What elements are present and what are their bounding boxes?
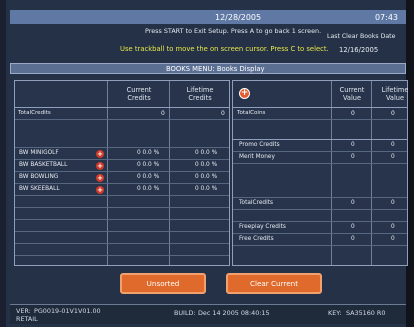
column-divider (107, 81, 108, 265)
game-name-bowling: BW BOWLING (19, 174, 59, 180)
promo-credits-label: Promo Credits (239, 142, 280, 148)
total-credits-label: TotalCredits (18, 110, 51, 116)
current-time: 07:43 (374, 12, 398, 22)
row-divider (15, 219, 229, 220)
current-date: 12/28/2005 (215, 12, 262, 22)
freeplay-credits-lifetime: 0 (391, 224, 395, 230)
freeplay-credits-current: 0 (351, 224, 355, 230)
version-value: PG0019-01V1V01.00 (34, 307, 101, 315)
unsorted-button[interactable]: Unsorted (120, 273, 206, 294)
add-icon[interactable]: + (239, 88, 250, 99)
row-divider (15, 119, 229, 120)
row-divider (233, 151, 407, 152)
bottom-status-bar: VER: PG0019-01V1V01.00 RETAIL BUILD: Dec… (10, 304, 406, 324)
coins-value-panel: + Current Value Lifetime Value TotalCoin… (232, 80, 408, 266)
row-divider (15, 243, 229, 244)
instruction-line-exit: Press START to Exit Setup. Press A to go… (145, 27, 322, 35)
game-current-value: 0 0.0 % (137, 150, 160, 156)
row-divider (233, 233, 407, 234)
total-coins-current: 0 (351, 110, 355, 117)
add-icon[interactable]: + (96, 174, 104, 182)
total-credits-label: TotalCredits (239, 200, 273, 206)
row-divider (233, 221, 407, 222)
col-current-value-header: Current Value (339, 86, 365, 102)
total-credits-lifetime: 0 (221, 110, 225, 117)
game-name-basketball: BW BASKETBALL (19, 162, 68, 168)
row-divider (233, 163, 407, 164)
promo-credits-lifetime: 0 (391, 142, 395, 148)
add-icon[interactable]: + (96, 162, 104, 170)
total-coins-label: TotalCoins (237, 110, 266, 116)
total-credits-lifetime: 0 (391, 200, 395, 206)
game-setup-screen: 12/28/2005 07:43 Press START to Exit Set… (0, 0, 414, 327)
row-divider (15, 231, 229, 232)
instruction-line-trackball: Use trackball to move the on screen curs… (120, 45, 329, 53)
total-credits-current: 0 (161, 110, 165, 117)
free-credits-label: Free Credits (239, 236, 274, 242)
game-name-minigolf: BW MINIGOLF (19, 150, 59, 156)
game-current-value: 0 0.0 % (137, 162, 160, 168)
row-divider (15, 183, 229, 184)
free-credits-current: 0 (351, 236, 355, 242)
row-divider (233, 209, 407, 210)
promo-credits-current: 0 (351, 142, 355, 148)
build-label: BUILD: (174, 309, 196, 317)
row-divider (233, 245, 407, 246)
col-lifetime-credits-header: Lifetime Credits (186, 86, 214, 102)
game-name-skeeball: BW SKEEBALL (19, 186, 60, 192)
column-divider (331, 81, 332, 265)
row-divider (15, 207, 229, 208)
clear-current-button[interactable]: Clear Current (226, 273, 322, 294)
menu-title-bar: BOOKS MENU: Books Display (10, 63, 406, 74)
free-credits-lifetime: 0 (391, 236, 395, 242)
game-lifetime-value: 0 0.0 % (195, 150, 218, 156)
top-status-bar: 12/28/2005 07:43 (10, 10, 406, 24)
add-icon[interactable]: + (96, 186, 104, 194)
game-current-value: 0 0.0 % (137, 186, 160, 192)
game-lifetime-value: 0 0.0 % (195, 174, 218, 180)
row-divider (15, 159, 229, 160)
merit-money-lifetime: 0 (391, 154, 395, 160)
last-clear-label: Last Clear Books Date (327, 33, 396, 40)
game-lifetime-value: 0 0.0 % (195, 162, 218, 168)
version-edition: RETAIL (16, 315, 38, 323)
row-divider (15, 147, 229, 148)
game-current-value: 0 0.0 % (137, 174, 160, 180)
row-divider (233, 119, 407, 120)
row-divider (233, 197, 407, 198)
total-credits-current: 0 (351, 200, 355, 206)
merit-money-current: 0 (351, 154, 355, 160)
col-lifetime-value-header: Lifetime Value (381, 86, 409, 102)
row-divider (15, 171, 229, 172)
game-lifetime-value: 0 0.0 % (195, 186, 218, 192)
freeplay-credits-label: Freeplay Credits (239, 224, 286, 230)
row-divider (15, 195, 229, 196)
column-divider (371, 81, 372, 265)
build-value: Dec 14 2005 08:40:15 (198, 309, 270, 317)
merit-money-label: Merit Money (239, 154, 275, 160)
row-divider (233, 139, 407, 140)
total-coins-lifetime: 0 (391, 110, 395, 117)
col-current-credits-header: Current Credits (126, 86, 152, 102)
column-divider (169, 81, 170, 265)
menu-title: BOOKS MENU: Books Display (166, 65, 265, 73)
version-label: VER: (16, 307, 31, 315)
key-value: SA35160 R0 (346, 309, 386, 317)
add-icon[interactable]: + (96, 150, 104, 158)
monitor-bezel-left (0, 0, 6, 327)
games-credits-panel: Current Credits Lifetime Credits TotalCr… (14, 80, 230, 266)
row-divider (15, 255, 229, 256)
last-clear-date: 12/16/2005 (339, 46, 379, 54)
key-label: KEY: (328, 309, 342, 317)
